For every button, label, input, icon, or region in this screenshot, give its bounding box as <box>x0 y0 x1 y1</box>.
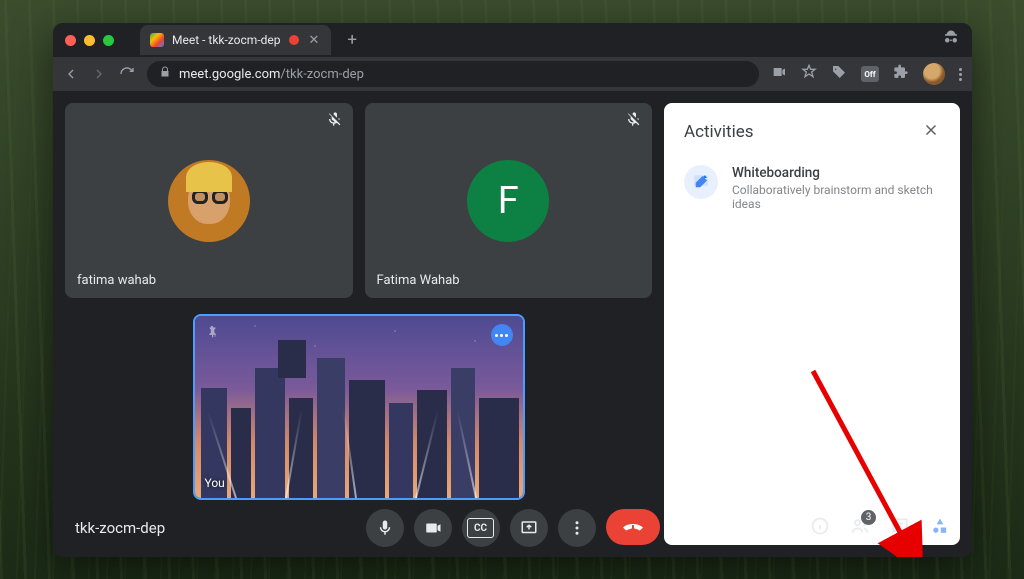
tag-extension-icon[interactable] <box>831 64 847 84</box>
present-screen-button[interactable] <box>510 509 548 547</box>
camera-extension-icon[interactable] <box>771 64 787 84</box>
activity-description: Collaboratively brainstorm and sketch id… <box>732 183 940 211</box>
people-count-badge: 3 <box>861 510 876 525</box>
incognito-icon <box>942 29 960 51</box>
whiteboard-icon <box>684 165 718 199</box>
reload-button[interactable] <box>119 66 135 82</box>
forward-button[interactable] <box>91 66 107 82</box>
bookmark-star-icon[interactable] <box>801 64 817 84</box>
participant-avatar-letter: F <box>467 160 549 242</box>
more-options-button[interactable] <box>558 509 596 547</box>
activities-panel: Activities Whiteboarding Collaboratively… <box>664 103 960 545</box>
recording-indicator-icon <box>289 35 299 45</box>
browser-toolbar: meet.google.com/tkk-zocm-dep Off <box>53 57 972 91</box>
off-extension-icon[interactable]: Off <box>861 66 879 82</box>
tab-strip: Meet - tkk-zocm-dep ✕ + <box>53 23 972 57</box>
window-close-button[interactable] <box>65 35 76 46</box>
activity-whiteboarding[interactable]: Whiteboarding Collaboratively brainstorm… <box>684 165 940 211</box>
meet-content: fatima wahab F Fatima Wahab <box>53 91 972 557</box>
extensions-puzzle-icon[interactable] <box>893 64 909 84</box>
meeting-id-label: tkk-zocm-dep <box>75 519 165 537</box>
new-tab-button[interactable]: + <box>339 30 365 50</box>
meet-favicon-icon <box>150 33 164 47</box>
hang-up-button[interactable] <box>606 509 660 545</box>
participant-name: Fatima Wahab <box>377 273 460 288</box>
lock-icon <box>159 66 171 82</box>
participant-avatar-photo <box>168 160 250 242</box>
tab-title: Meet - tkk-zocm-dep <box>172 33 281 47</box>
activity-title: Whiteboarding <box>732 165 940 181</box>
muted-mic-icon <box>327 111 343 131</box>
browser-menu-button[interactable] <box>959 68 962 81</box>
muted-mic-icon <box>626 111 642 131</box>
address-bar[interactable]: meet.google.com/tkk-zocm-dep <box>147 61 759 87</box>
meeting-info-button[interactable] <box>810 516 830 540</box>
profile-avatar[interactable] <box>923 63 945 85</box>
browser-window: Meet - tkk-zocm-dep ✕ + meet.google.com/… <box>53 23 972 557</box>
bottom-bar: tkk-zocm-dep CC 3 <box>53 499 972 557</box>
url-host: meet.google.com <box>179 67 280 82</box>
panel-close-button[interactable] <box>922 121 940 143</box>
browser-tab[interactable]: Meet - tkk-zocm-dep ✕ <box>140 25 331 55</box>
self-tile-more-button[interactable] <box>491 324 513 346</box>
chat-button[interactable] <box>890 516 910 540</box>
url-path: /tkk-zocm-dep <box>280 67 363 82</box>
microphone-button[interactable] <box>366 509 404 547</box>
tab-close-button[interactable]: ✕ <box>307 34 322 47</box>
panel-title: Activities <box>684 122 754 142</box>
window-minimize-button[interactable] <box>84 35 95 46</box>
activities-button[interactable] <box>930 516 950 540</box>
captions-button[interactable]: CC <box>462 509 500 547</box>
people-button[interactable]: 3 <box>850 516 870 540</box>
participant-tile[interactable]: fatima wahab <box>65 103 353 298</box>
self-video-tile[interactable]: You <box>193 314 525 500</box>
participant-tile[interactable]: F Fatima Wahab <box>365 103 653 298</box>
self-label: You <box>205 476 225 490</box>
window-maximize-button[interactable] <box>103 35 114 46</box>
camera-button[interactable] <box>414 509 452 547</box>
pin-icon <box>205 324 219 343</box>
participant-name: fatima wahab <box>77 273 156 288</box>
back-button[interactable] <box>63 66 79 82</box>
